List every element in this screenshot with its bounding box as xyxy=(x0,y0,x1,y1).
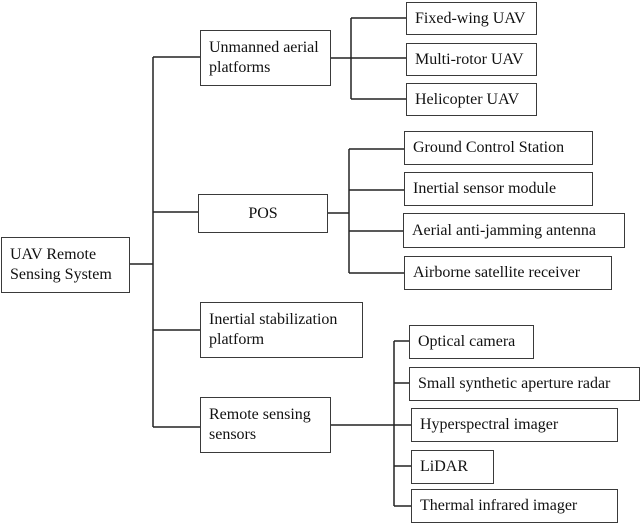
node-multi-rotor-uav: Multi-rotor UAV xyxy=(406,43,537,76)
node-sar-label: Small synthetic aperture radar xyxy=(418,375,611,392)
node-optical-camera: Optical camera xyxy=(409,325,534,359)
uav-remote-sensing-diagram: UAV Remote Sensing System Unmanned aeria… xyxy=(0,0,640,523)
node-aaja-label: Aerial anti-jamming antenna xyxy=(412,221,596,239)
node-uav-label-1: Unmanned aerial xyxy=(209,39,319,56)
node-remote-sensing-sensors: Remote sensing sensors xyxy=(200,397,331,453)
node-ism-label: Inertial sensor module xyxy=(413,180,557,197)
node-helicopter-uav: Helicopter UAV xyxy=(406,83,537,116)
node-thermal-label: Thermal infrared imager xyxy=(420,497,578,514)
node-isp-label-1: Inertial stabilization xyxy=(209,311,338,328)
node-inertial-stabilization-platform: Inertial stabilization platform xyxy=(200,302,363,358)
node-thermal-infrared-imager: Thermal infrared imager xyxy=(411,489,618,523)
node-isp-label-2: platform xyxy=(209,331,265,348)
node-gcs-label: Ground Control Station xyxy=(413,139,565,156)
node-rss-label-1: Remote sensing xyxy=(209,406,311,423)
node-ground-control-station: Ground Control Station xyxy=(404,131,593,165)
node-optical-label: Optical camera xyxy=(418,333,516,350)
node-pos-label: POS xyxy=(248,204,278,222)
node-root-label-1: UAV Remote xyxy=(10,246,97,263)
node-root: UAV Remote Sensing System xyxy=(1,237,130,293)
node-helicopter-label: Helicopter UAV xyxy=(415,90,520,108)
node-asr-label: Airborne satellite receiver xyxy=(413,264,581,281)
node-inertial-sensor-module: Inertial sensor module xyxy=(404,172,593,206)
node-hyperspectral-imager: Hyperspectral imager xyxy=(411,408,618,442)
node-small-synthetic-aperture-radar: Small synthetic aperture radar xyxy=(409,367,640,401)
node-fixed-wing-uav: Fixed-wing UAV xyxy=(406,2,537,35)
node-multi-rotor-label: Multi-rotor UAV xyxy=(415,50,524,68)
node-fixed-wing-label: Fixed-wing UAV xyxy=(415,9,526,27)
node-root-label-2: Sensing System xyxy=(10,266,112,283)
node-pos: POS xyxy=(198,194,328,233)
node-airborne-satellite-receiver: Airborne satellite receiver xyxy=(404,256,612,290)
node-lidar-label: LiDAR xyxy=(420,458,468,475)
node-uav-label-2: platforms xyxy=(209,59,271,76)
node-rss-label-2: sensors xyxy=(209,426,257,443)
node-unmanned-aerial-platforms: Unmanned aerial platforms xyxy=(200,30,331,86)
node-lidar: LiDAR xyxy=(411,450,494,484)
node-aerial-anti-jamming-antenna: Aerial anti-jamming antenna xyxy=(403,213,625,248)
node-hyper-label: Hyperspectral imager xyxy=(420,416,559,433)
